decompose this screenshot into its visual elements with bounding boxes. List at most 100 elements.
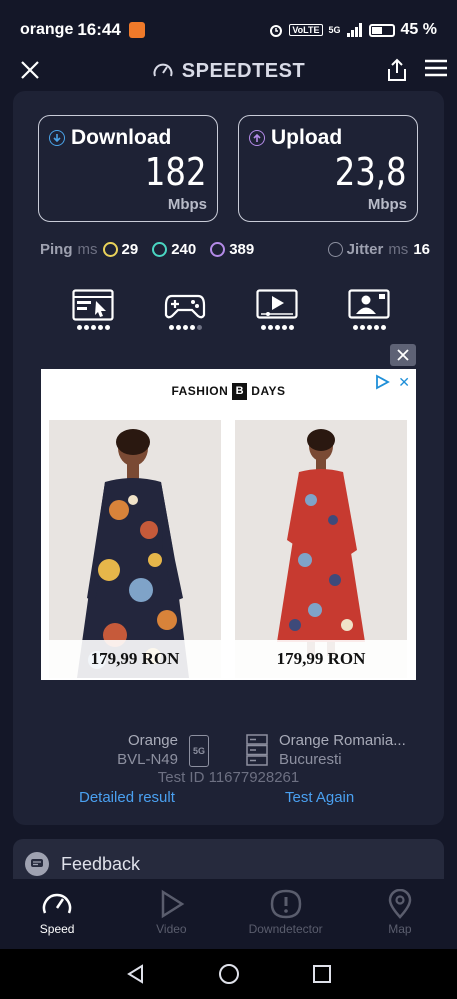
carrier-label: orange — [20, 21, 74, 38]
bottom-navigation: Speed Video Downdetector Map — [0, 879, 457, 949]
server-info: Orange Romania... Bucuresti — [279, 731, 406, 769]
ad-dismiss-button[interactable] — [390, 344, 416, 366]
close-icon — [397, 349, 409, 361]
play-icon — [162, 889, 185, 919]
upload-box: Upload 23,8 Mbps — [238, 115, 418, 222]
ping-download: 240 — [152, 241, 196, 258]
share-icon[interactable] — [385, 57, 409, 83]
ping-download-value: 240 — [171, 241, 197, 258]
status-bar: orange 16:44 VoLTE 5G 45 % — [0, 0, 457, 60]
volte-icon: VoLTE — [289, 24, 323, 36]
ping-idle: 29 — [102, 241, 139, 258]
nav-speed-label: Speed — [39, 922, 75, 936]
battery-level: 45 % — [400, 21, 437, 38]
ping-unit: ms — [77, 241, 98, 258]
ping-download-icon — [152, 242, 168, 257]
nav-map[interactable]: Map — [343, 879, 457, 949]
page-title: SPEEDTEST — [152, 60, 305, 83]
map-pin-icon — [388, 889, 412, 919]
recents-icon[interactable] — [312, 964, 332, 984]
alert-icon — [270, 889, 301, 919]
upload-value: 23,8 — [335, 150, 407, 194]
brand-text-left: FASHION — [171, 384, 229, 398]
download-value: 182 — [145, 150, 207, 194]
category-gaming[interactable] — [163, 289, 207, 330]
brand-text-right: DAYS — [251, 384, 286, 398]
rating-dots — [76, 325, 110, 330]
download-label: Download — [71, 126, 172, 149]
menu-icon[interactable] — [424, 58, 448, 78]
ping-upload-value: 389 — [229, 241, 255, 258]
jitter-value: 16 — [413, 241, 430, 258]
adchoices-icon[interactable] — [374, 374, 390, 390]
connection-info: Orange BVL-N49 5G Orange Romania... Bucu… — [13, 731, 444, 811]
download-arrow-icon — [49, 130, 65, 146]
clock: 16:44 — [77, 20, 121, 39]
category-video-call[interactable] — [347, 289, 391, 330]
server-location: Bucuresti — [279, 751, 342, 768]
download-unit: Mbps — [167, 196, 207, 213]
download-box: Download 182 Mbps — [38, 115, 218, 222]
network-type: 5G — [328, 25, 341, 35]
test-id: Test ID 11677928261 — [157, 769, 300, 786]
nav-downdetector[interactable]: Downdetector — [229, 879, 343, 949]
experience-ratings — [71, 289, 391, 330]
upload-label: Upload — [271, 126, 343, 149]
title-text: SPEEDTEST — [181, 59, 306, 82]
nav-downdetector-label: Downdetector — [248, 922, 323, 936]
back-icon[interactable] — [126, 964, 146, 984]
video-streaming-icon — [256, 289, 298, 319]
brand-mark: B — [232, 382, 248, 400]
isp-name: Orange — [127, 732, 178, 749]
jitter-label: Jitter — [346, 241, 384, 258]
nav-video-label: Video — [156, 922, 187, 936]
speedometer-icon — [153, 63, 173, 77]
nav-map-label: Map — [388, 922, 412, 936]
ping-row: Ping ms 29 240 389 Jitter ms 16 — [40, 241, 430, 258]
isp-info: Orange BVL-N49 — [117, 731, 178, 769]
upload-arrow-icon — [249, 130, 265, 146]
home-icon[interactable] — [218, 963, 240, 985]
rating-dots — [168, 325, 202, 330]
alarm-icon — [270, 25, 283, 37]
product-price: 179,99 RON — [49, 640, 221, 678]
ping-upload: 389 — [210, 241, 254, 258]
nav-video[interactable]: Video — [114, 879, 228, 949]
advertisement-banner[interactable]: FASHION B DAYS ✕ 179,99 RON 179,99 RON — [41, 369, 416, 680]
server-name: Orange Romania... — [279, 732, 406, 749]
web-browsing-icon — [72, 289, 114, 321]
upload-unit: Mbps — [367, 196, 407, 213]
ad-product-2[interactable]: 179,99 RON — [235, 420, 407, 678]
ping-idle-value: 29 — [121, 241, 139, 258]
detailed-result-link[interactable]: Detailed result — [79, 789, 175, 806]
product-price: 179,99 RON — [235, 640, 407, 678]
rating-dots — [260, 325, 294, 330]
video-call-icon — [348, 289, 390, 319]
ping-idle-icon — [102, 242, 118, 257]
result-card: Download 182 Mbps Upload 23,8 Mbps Ping … — [13, 91, 444, 825]
network-5g-icon: 5G — [189, 735, 209, 767]
speedometer-icon — [42, 893, 72, 914]
rating-dots — [352, 325, 386, 330]
ad-product-1[interactable]: 179,99 RON — [49, 420, 221, 678]
notification-icon — [128, 22, 145, 38]
jitter: Jitter ms 16 — [327, 241, 430, 258]
jitter-icon — [327, 242, 343, 257]
nav-speed[interactable]: Speed — [0, 879, 114, 949]
feedback-label: Feedback — [61, 853, 141, 874]
ping-upload-icon — [210, 242, 226, 257]
test-again-link[interactable]: Test Again — [285, 789, 354, 806]
gaming-icon — [164, 294, 206, 319]
server-icon — [246, 734, 268, 766]
category-web-browsing[interactable] — [71, 289, 115, 330]
feedback-icon — [25, 852, 49, 876]
close-icon[interactable] — [18, 58, 42, 82]
ad-brand-logo: FASHION B DAYS — [171, 382, 286, 400]
jitter-unit: ms — [388, 241, 409, 258]
battery-icon — [368, 23, 395, 37]
category-video-streaming[interactable] — [255, 289, 299, 330]
ad-close-icon[interactable]: ✕ — [398, 374, 410, 391]
device-model: BVL-N49 — [117, 751, 178, 768]
ping-label: Ping — [40, 241, 73, 258]
system-navigation-bar — [0, 949, 457, 999]
